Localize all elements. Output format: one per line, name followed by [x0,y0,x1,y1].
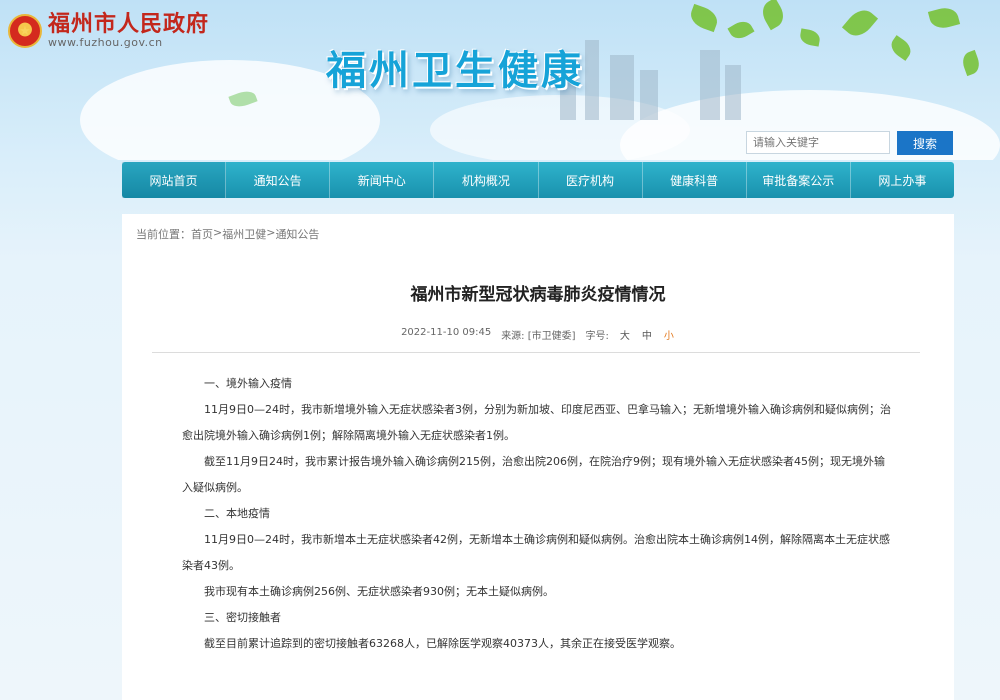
breadcrumb-separator: > [266,226,276,239]
article-paragraph: 截至11月9日24时，我市累计报告境外输入确诊病例215例，治愈出院206例，在… [182,455,885,494]
nav-item-home[interactable]: 网站首页 [122,162,227,198]
breadcrumb-home[interactable]: 首页 [191,226,213,242]
nav-item-organization[interactable]: 机构概况 [434,162,539,198]
building-decoration [585,40,599,120]
building-decoration [725,65,741,120]
building-decoration [610,55,634,120]
font-size-large-button[interactable]: 大 [620,327,630,342]
nav-item-online-services[interactable]: 网上办事 [851,162,954,198]
breadcrumb: 当前位置： 首页 > 福州卫健 > 通知公告 [136,226,319,242]
article-paragraph: 11月9日0—24时，我市新增境外输入无症状感染者3例，分别为新加坡、印度尼西亚… [182,403,891,442]
leaf-decoration [887,35,915,61]
header-banner: ★ 福州市人民政府 www.fuzhou.gov.cn 福州卫生健康 搜索 [0,0,1000,160]
section-heading: 三、密切接触者 [204,611,281,624]
leaf-decoration [841,4,879,42]
leaf-decoration [727,17,755,43]
breadcrumb-separator: > [213,226,223,239]
font-size-small-button[interactable]: 小 [664,327,674,342]
breadcrumb-prefix: 当前位置： [136,228,191,241]
gov-name: 福州市人民政府 [48,11,210,37]
nav-item-medical-institutions[interactable]: 医疗机构 [539,162,643,198]
article-source: 来源: [市卫健委] [501,331,576,342]
article-paragraph: 11月9日0—24时，我市新增本土无症状感染者42例，无新增本土确诊病例和疑似病… [182,533,890,572]
leaf-decoration [927,4,961,32]
article-meta: 2022-11-10 09:45 来源: [市卫健委] 字号: 大 中 小 [122,327,954,342]
section-heading: 一、境外输入疫情 [204,377,292,390]
nav-item-news[interactable]: 新闻中心 [330,162,435,198]
national-emblem-icon: ★ [8,14,42,48]
article-paragraph: 截至目前累计追踪到的密切接触者63268人，已解除医学观察40373人，其余正在… [204,637,681,650]
article-title: 福州市新型冠状病毒肺炎疫情情况 [410,285,666,305]
divider [152,352,920,353]
section-heading: 二、本地疫情 [204,507,270,520]
building-decoration [700,50,720,120]
leaf-decoration [798,28,822,47]
breadcrumb-notices[interactable]: 通知公告 [275,226,319,242]
leaf-decoration [757,0,789,31]
gov-logo[interactable]: ★ 福州市人民政府 www.fuzhou.gov.cn [8,12,209,50]
search-button[interactable]: 搜索 [897,131,953,155]
leaf-decoration [959,49,983,77]
site-title: 福州卫生健康 [326,47,584,94]
nav-item-approval-publicity[interactable]: 审批备案公示 [747,162,851,198]
nav-item-notices[interactable]: 通知公告 [226,162,331,198]
main-nav: 网站首页 通知公告 新闻中心 机构概况 医疗机构 健康科普 审批备案公示 网上办… [122,162,954,198]
search-input[interactable] [746,131,890,154]
gov-url: www.fuzhou.gov.cn [48,36,163,49]
font-size-medium-button[interactable]: 中 [642,327,652,342]
content-panel: 当前位置： 首页 > 福州卫健 > 通知公告 福州市新型冠状病毒肺炎疫情情况 2… [122,214,954,700]
search-bar: 搜索 [746,131,953,155]
article-paragraph: 我市现有本土确诊病例256例、无症状感染者930例；无本土疑似病例。 [204,585,554,598]
breadcrumb-fuzhou-health[interactable]: 福州卫健 [222,226,266,242]
article-body: 一、境外输入疫情 11月9日0—24时，我市新增境外输入无症状感染者3例，分别为… [182,371,894,657]
leaf-decoration [687,3,721,33]
article-date: 2022-11-10 09:45 [401,327,492,338]
font-size-label: 字号: [585,331,609,342]
nav-item-health-science[interactable]: 健康科普 [643,162,747,198]
building-decoration [640,70,658,120]
